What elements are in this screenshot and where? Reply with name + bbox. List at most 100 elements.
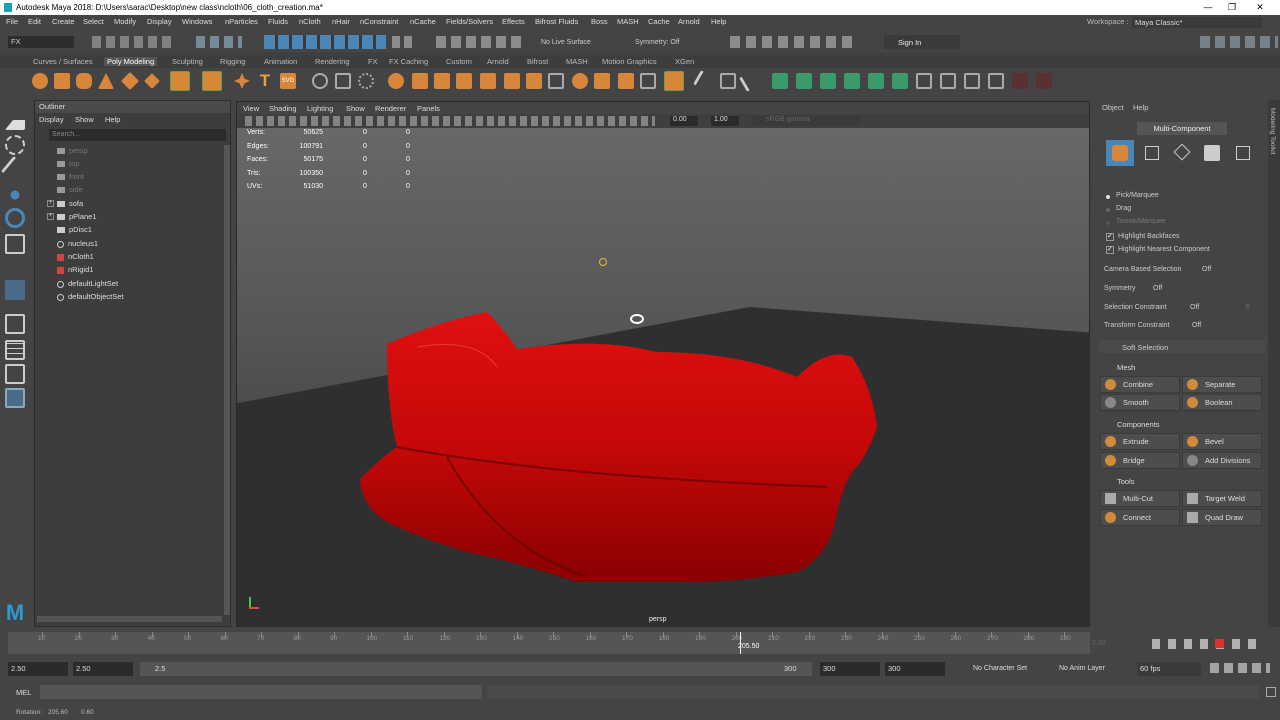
tab-bifrost[interactable]: Bifrost	[527, 57, 548, 66]
menu-display[interactable]: Display	[147, 17, 172, 26]
bevel-shelf-icon[interactable]	[504, 73, 520, 89]
range-bar[interactable]: 2.5 300	[140, 662, 812, 676]
playback-controls[interactable]	[1152, 639, 1262, 649]
workspace-dropdown[interactable]: Maya Classic*	[1132, 17, 1262, 28]
light-locator-icon[interactable]	[599, 258, 607, 266]
poly-cube-icon[interactable]	[54, 73, 70, 89]
select-tool-icon[interactable]	[5, 110, 25, 130]
viewport-menu-view[interactable]: View	[243, 104, 259, 113]
menu-file[interactable]: File	[6, 17, 18, 26]
component-mask-icons[interactable]	[264, 35, 386, 49]
lasso-tool-icon[interactable]	[5, 135, 25, 155]
super-shape-icon[interactable]	[234, 73, 250, 89]
menu-select[interactable]: Select	[83, 17, 104, 26]
tools-section-header[interactable]: Tools	[1117, 477, 1135, 486]
menu-ncache[interactable]: nCache	[410, 17, 436, 26]
persp-outliner-icon[interactable]	[5, 364, 25, 384]
menu-create[interactable]: Create	[52, 17, 75, 26]
minimize-icon[interactable]: —	[1198, 1, 1218, 14]
scale-tool-icon[interactable]	[5, 234, 25, 254]
quad-draw-button[interactable]: Quad Draw	[1182, 509, 1262, 526]
extract-icon[interactable]	[412, 73, 428, 89]
character-set-dropdown[interactable]: No Character Set	[973, 665, 1027, 672]
animation-end-field[interactable]: 300	[885, 662, 945, 676]
uv-mode-icon[interactable]	[1236, 146, 1250, 160]
viewport-menu-shading[interactable]: Shading	[269, 104, 297, 113]
viewport-menu-show[interactable]: Show	[346, 104, 365, 113]
tab-motion-graphics[interactable]: Motion Graphics	[602, 57, 657, 66]
ft-script-icon[interactable]	[1036, 73, 1052, 89]
timeline-ruler[interactable]: 10 20 30 40 50 60 70 80 90 100 110 120 130 140 150 160 1…	[8, 632, 1090, 654]
expand-icon[interactable]: +	[47, 200, 54, 207]
svg-tool-icon[interactable]: SVG	[280, 73, 296, 89]
menu-bifrost-fluids[interactable]: Bifrost Fluids	[535, 17, 578, 26]
fill-hole-icon[interactable]	[526, 73, 542, 89]
menu-boss[interactable]: Boss	[591, 17, 608, 26]
playback-end-field[interactable]: 300	[820, 662, 880, 676]
tab-animation[interactable]: Animation	[264, 57, 297, 66]
combine-icon[interactable]	[312, 73, 328, 89]
live-surface-label[interactable]: No Live Surface	[541, 39, 591, 46]
rotate-tool-icon[interactable]	[5, 208, 25, 228]
cloth-covered-sofa[interactable]	[357, 307, 887, 587]
symmetry-status[interactable]: Symmetry: Off	[635, 39, 680, 46]
bridge-shelf-icon[interactable]	[456, 73, 472, 89]
insert-edge-loop-icon[interactable]	[720, 73, 736, 89]
menu-fields-solvers[interactable]: Fields/Solvers	[446, 17, 493, 26]
selection-constraint-value[interactable]: Off	[1190, 304, 1199, 311]
outliner-menu-show[interactable]: Show	[75, 115, 94, 124]
selection-constraint-number[interactable]: 0	[1246, 304, 1250, 311]
tab-rigging[interactable]: Rigging	[220, 57, 245, 66]
mtk-menu-object[interactable]: Object	[1102, 103, 1124, 112]
merge-icon[interactable]	[572, 73, 588, 89]
sew-uv-icon[interactable]	[916, 73, 932, 89]
cloth-mesh[interactable]	[360, 312, 877, 582]
tab-custom[interactable]: Custom	[446, 57, 472, 66]
edge-mode-icon[interactable]	[1173, 143, 1191, 161]
menu-nconstraint[interactable]: nConstraint	[360, 17, 398, 26]
mtk-menu-help[interactable]: Help	[1133, 103, 1148, 112]
poly-disc-icon[interactable]	[170, 71, 190, 91]
outliner-item-defaultobjectset[interactable]: defaultObjectSet	[57, 290, 123, 303]
layout-icon[interactable]	[964, 73, 980, 89]
quad-draw-shelf-icon[interactable]	[739, 70, 761, 92]
tab-fx[interactable]: FX	[368, 57, 378, 66]
viewport-menu-renderer[interactable]: Renderer	[375, 104, 406, 113]
render-icons[interactable]	[730, 36, 855, 48]
smooth-icon[interactable]	[358, 73, 374, 89]
viewport-toolbar-icons[interactable]	[245, 116, 655, 126]
animation-start-field[interactable]: 2.50	[8, 662, 68, 676]
color-space-dropdown[interactable]: sRGB gamma	[752, 116, 860, 126]
lock-icons[interactable]	[392, 36, 414, 48]
outliner-item-front[interactable]: front	[57, 170, 84, 183]
outliner-search-input[interactable]: Search...	[49, 129, 226, 141]
cut-uv-icon[interactable]	[892, 73, 908, 89]
time-slider[interactable]: 10 20 30 40 50 60 70 80 90 100 110 120 130 140 150 160 1…	[0, 630, 1280, 658]
separate-icon[interactable]	[335, 73, 351, 89]
poke-icon[interactable]	[618, 73, 634, 89]
multi-cut-shelf-icon[interactable]	[693, 70, 715, 92]
outliner-item-ncloth1[interactable]: nCloth1	[57, 250, 94, 263]
outliner-item-persp[interactable]: persp	[57, 144, 88, 157]
maximize-icon[interactable]: ❐	[1222, 1, 1242, 14]
fps-dropdown[interactable]: 60 fps	[1137, 662, 1201, 676]
wedge-icon[interactable]	[640, 73, 656, 89]
boolean-icon[interactable]	[388, 73, 404, 89]
smooth-button[interactable]: Smooth	[1100, 394, 1180, 411]
vertex-mode-icon[interactable]	[1145, 146, 1159, 160]
menu-modify[interactable]: Modify	[114, 17, 136, 26]
current-time-field[interactable]: 2.50	[1092, 640, 1106, 647]
add-divisions-button[interactable]: Add Divisions	[1182, 452, 1262, 469]
cylindrical-mapping-icon[interactable]	[820, 73, 836, 89]
menu-mash[interactable]: MASH	[617, 17, 639, 26]
stop-button-icon[interactable]	[1215, 639, 1224, 648]
soft-selection-header[interactable]: Soft Selection	[1099, 340, 1265, 353]
menu-ncloth[interactable]: nCloth	[299, 17, 321, 26]
separate-button[interactable]: Separate	[1182, 376, 1262, 393]
boolean-button[interactable]: Boolean	[1182, 394, 1262, 411]
combine-button[interactable]: Combine	[1100, 376, 1180, 393]
outliner-item-top[interactable]: top	[57, 157, 79, 170]
command-input[interactable]	[40, 685, 482, 699]
outliner-item-nucleus1[interactable]: nucleus1	[57, 237, 98, 250]
tab-poly-modeling[interactable]: Poly Modeling	[104, 57, 158, 66]
